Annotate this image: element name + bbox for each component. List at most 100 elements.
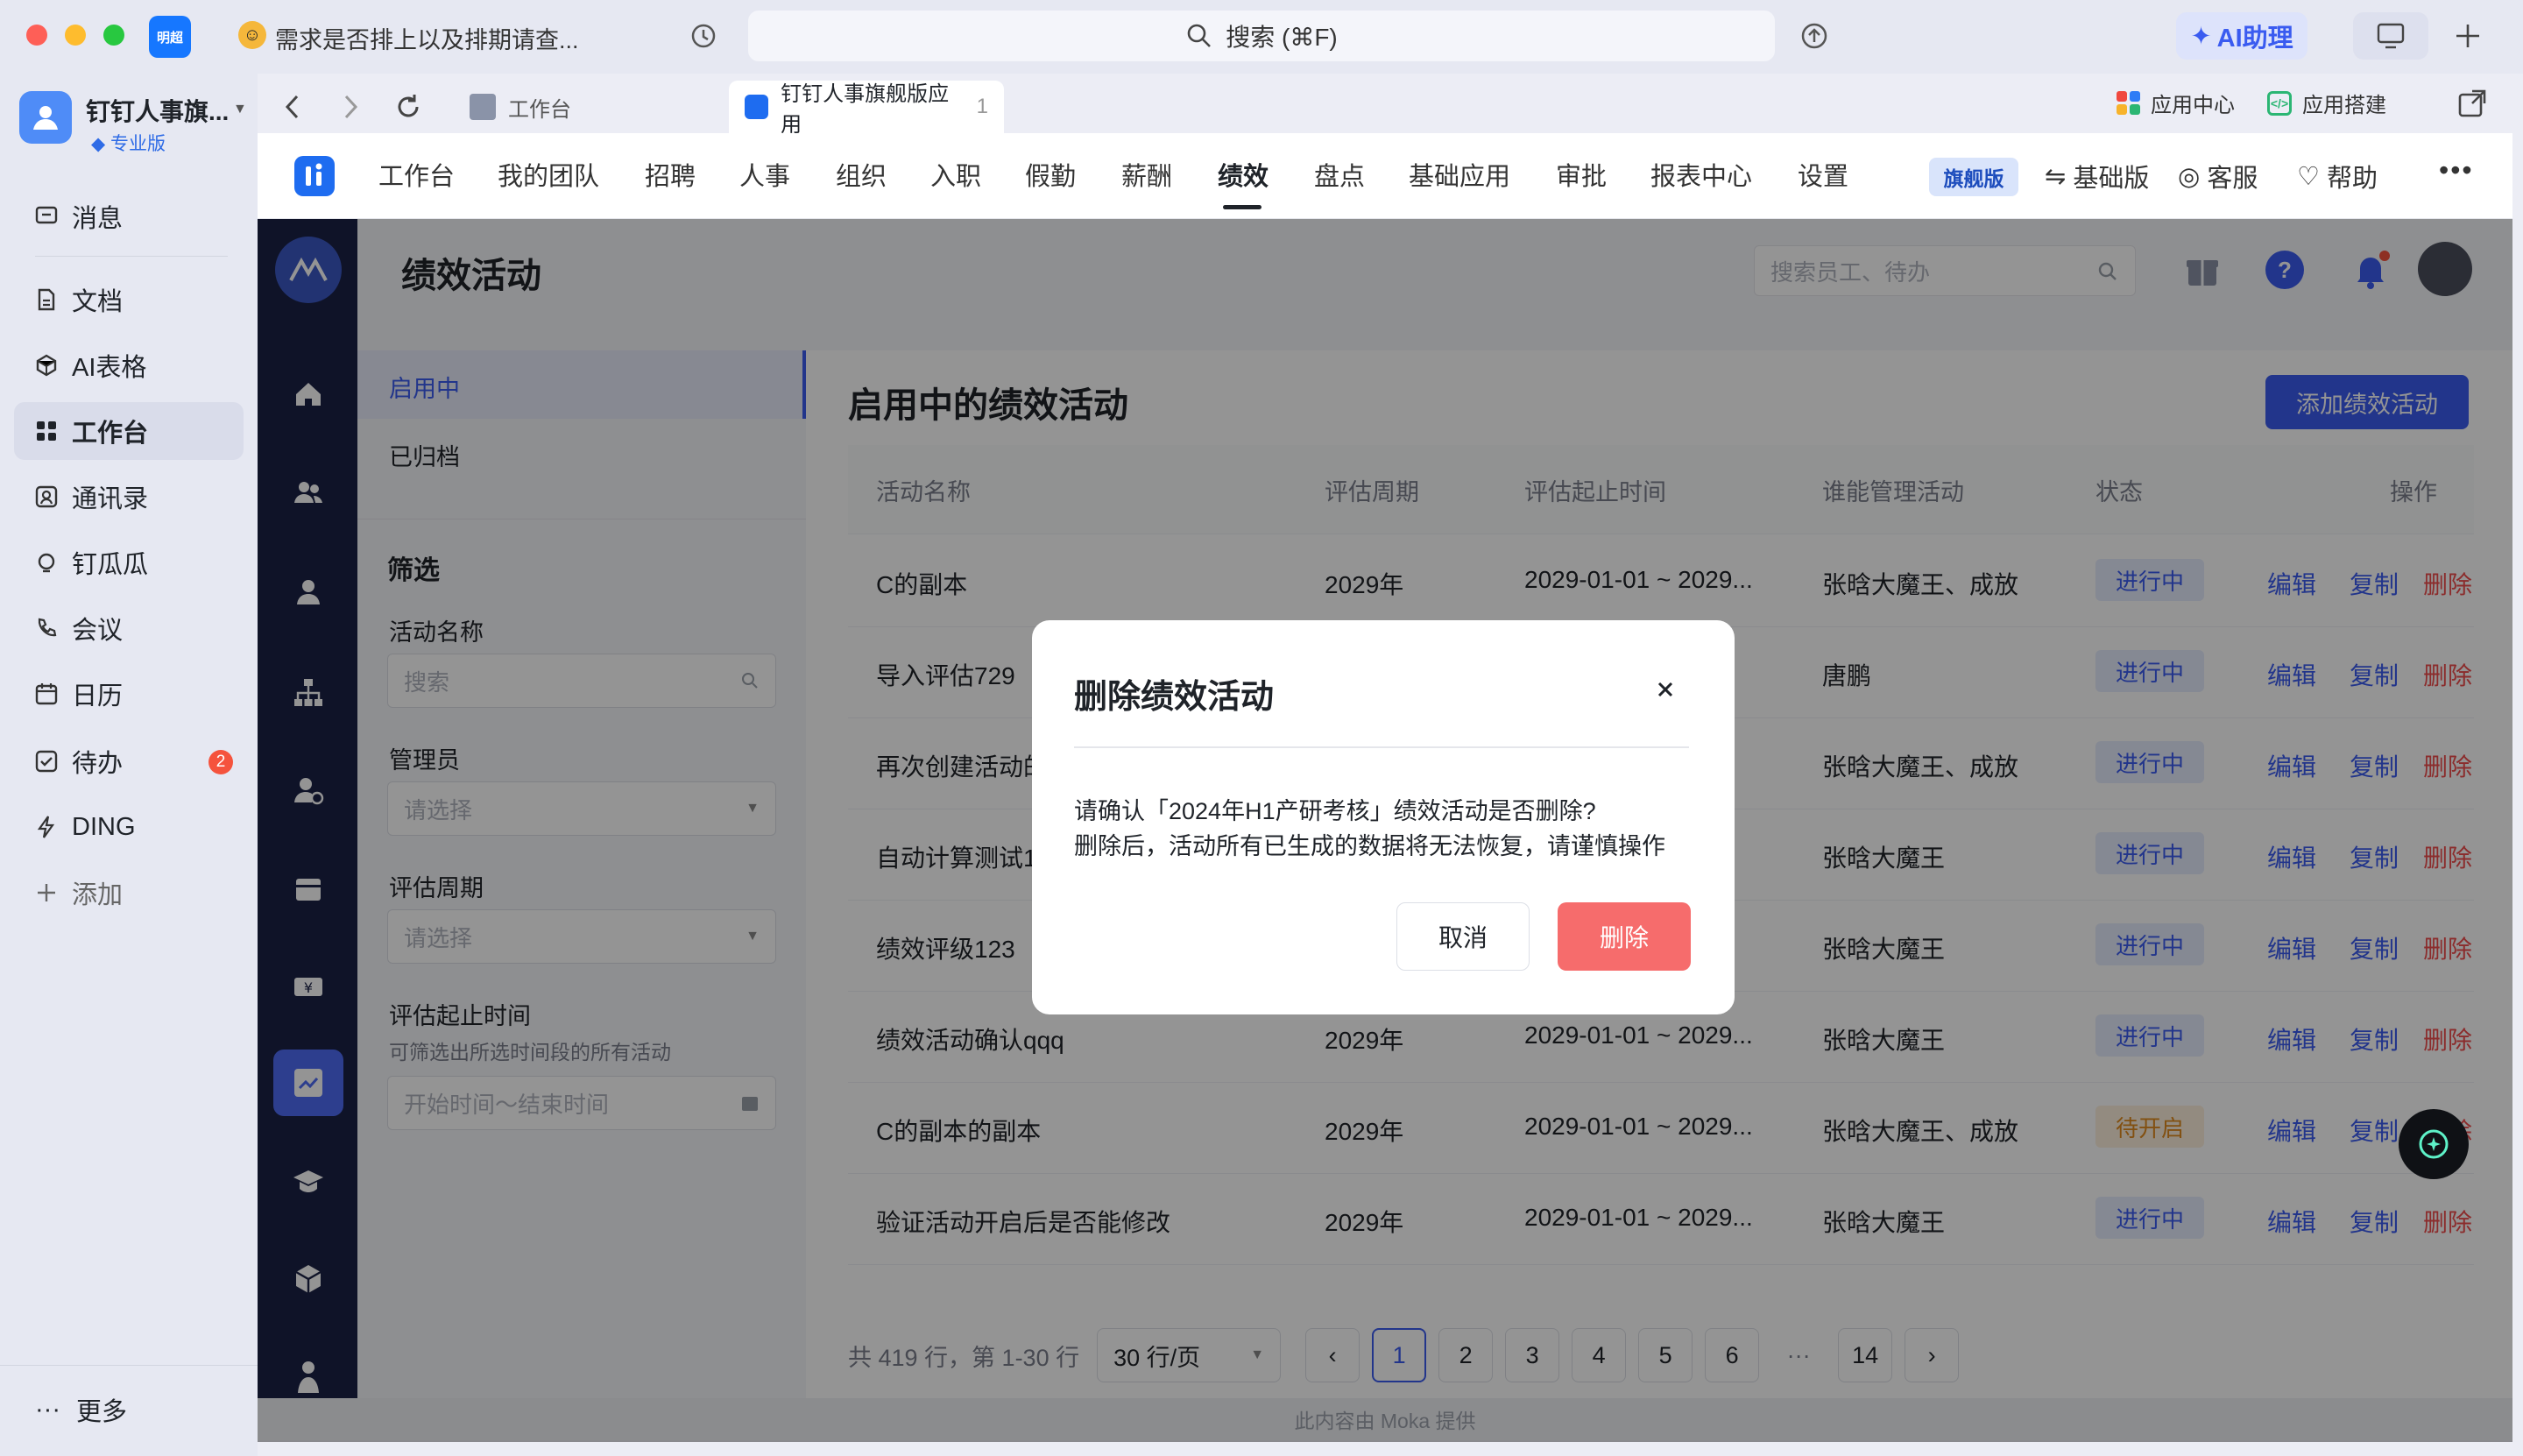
close-icon[interactable]: [1645, 669, 1686, 710]
calendar-icon: [33, 681, 60, 707]
screen-share-button[interactable]: [2353, 12, 2428, 60]
app-center-label: 应用中心: [2151, 94, 2235, 117]
upload-icon[interactable]: [1799, 21, 1829, 51]
check-icon: [33, 748, 60, 774]
menu-attendance[interactable]: 假勤: [1025, 156, 1076, 193]
basic-edition-label: 基础版: [2073, 165, 2150, 193]
phone-icon: [33, 615, 60, 641]
sidebar-item-label: 通讯录: [72, 485, 149, 513]
sidebar-item-workbench[interactable]: 工作台: [14, 402, 244, 460]
sparkle-icon: ✦: [2190, 22, 2212, 51]
more-dots-icon: ···: [35, 1395, 60, 1424]
back-icon[interactable]: [282, 91, 303, 123]
org-chart-icon: [470, 94, 496, 120]
window-zoom-button[interactable]: [103, 25, 124, 46]
app-center-link[interactable]: 应用中心: [2117, 88, 2235, 118]
menu-inventory[interactable]: 盘点: [1314, 156, 1365, 193]
sparkle-icon: [2419, 1129, 2449, 1159]
menu-settings[interactable]: 设置: [1798, 156, 1848, 193]
emoji-icon: ☺: [238, 21, 266, 49]
ai-assistant-button[interactable]: ✦ AI助理: [2176, 12, 2307, 60]
ai-table-icon: [33, 352, 60, 378]
service-label: 客服: [2207, 165, 2258, 193]
code-icon: </>: [2267, 90, 2292, 116]
menu-reports[interactable]: 报表中心: [1650, 156, 1752, 193]
edition-badge: 旗舰版: [1929, 158, 2018, 196]
tab-count: 1: [976, 95, 988, 118]
menu-performance[interactable]: 绩效: [1218, 156, 1269, 193]
menu-org[interactable]: 组织: [836, 156, 887, 193]
grid-icon: [33, 418, 60, 444]
sidebar-item-label: 钉瓜瓜: [72, 551, 149, 579]
sidebar-item-ai-table[interactable]: AI表格: [14, 336, 244, 394]
delete-confirm-dialog: 删除绩效活动 请确认「2024年H1产研考核」绩效活动是否删除? 删除后，活动所…: [1032, 620, 1735, 1014]
search-label: 搜索 (⌘F): [1226, 24, 1338, 51]
switch-icon: ⇋: [2045, 162, 2067, 191]
org-logo[interactable]: [19, 91, 72, 144]
app-build-link[interactable]: </> 应用搭建: [2267, 88, 2386, 118]
org-plan-tag: ◆ 专业版: [91, 130, 166, 156]
monitor-icon: [2377, 23, 2405, 49]
menu-workbench[interactable]: 工作台: [378, 156, 455, 193]
user-badge[interactable]: 明超: [149, 16, 191, 58]
confirm-delete-button[interactable]: 删除: [1558, 902, 1691, 971]
sidebar-item-docs[interactable]: 文档: [14, 271, 244, 329]
org-dropdown-icon[interactable]: ▼: [233, 102, 247, 117]
dialog-title: 删除绩效活动: [1074, 679, 1275, 716]
org-name[interactable]: 钉钉人事旗...: [86, 93, 229, 128]
doc-icon: [33, 286, 60, 313]
current-doc-title[interactable]: 需求是否排上以及排期请查...: [275, 21, 590, 55]
help-link[interactable]: ♡ 帮助: [2297, 158, 2378, 194]
ai-assistant-fab[interactable]: [2399, 1109, 2469, 1179]
sidebar-item-calendar[interactable]: 日历: [14, 665, 244, 723]
sidebar-item-contacts[interactable]: 通讯录: [14, 468, 244, 526]
dialog-message-line2: 删除后，活动所有已生成的数据将无法恢复，请谨慎操作: [1074, 833, 1665, 859]
menu-onboarding[interactable]: 入职: [930, 156, 981, 193]
menu-my-team[interactable]: 我的团队: [498, 156, 599, 193]
customer-service[interactable]: ◎ 客服: [2178, 158, 2258, 194]
dialog-message-line1: 请确认「2024年H1产研考核」绩效活动是否删除?: [1074, 798, 1596, 824]
tab-label: 钉钉人事旗舰版应用: [781, 82, 950, 137]
app-center-icon: [2117, 91, 2140, 115]
sidebar-more-label: 更多: [75, 1398, 127, 1426]
switch-basic-edition[interactable]: ⇋ 基础版: [2045, 158, 2149, 194]
ai-assistant-label: AI助理: [2216, 25, 2293, 53]
app-logo-icon: [745, 95, 769, 119]
refresh-icon[interactable]: [392, 91, 424, 123]
forward-icon[interactable]: [340, 91, 361, 123]
sidebar-item-label: 会议: [72, 617, 124, 645]
sidebar-item-ding[interactable]: DING: [14, 798, 244, 856]
app-logo-icon[interactable]: [294, 156, 335, 196]
menu-payroll[interactable]: 薪酬: [1121, 156, 1172, 193]
menu-hr[interactable]: 人事: [739, 156, 790, 193]
menu-recruit[interactable]: 招聘: [645, 156, 696, 193]
sidebar-item-label: 日历: [72, 682, 124, 710]
contacts-icon: [33, 484, 60, 510]
sidebar-item-label: 文档: [72, 288, 124, 316]
sidebar-item-add[interactable]: 添加: [14, 864, 244, 922]
open-external-icon[interactable]: [2456, 88, 2488, 119]
more-menu-icon[interactable]: •••: [2439, 154, 2474, 187]
sidebar-item-label: AI表格: [72, 354, 147, 382]
sidebar-item-messages[interactable]: 消息: [14, 187, 244, 245]
sidebar-item-label: 工作台: [72, 420, 149, 448]
sidebar-item-label: DING: [72, 812, 136, 841]
menu-approval[interactable]: 审批: [1556, 156, 1607, 193]
sidebar-item-dingguagua[interactable]: 钉瓜瓜: [14, 534, 244, 591]
tab-workbench[interactable]: 工作台: [454, 81, 587, 133]
sidebar-item-meeting[interactable]: 会议: [14, 599, 244, 657]
window-close-button[interactable]: [26, 25, 47, 46]
sidebar-more[interactable]: ··· 更多: [35, 1391, 127, 1428]
diamond-icon: ◆: [91, 134, 106, 154]
cancel-button[interactable]: 取消: [1396, 902, 1530, 971]
app-build-label: 应用搭建: [2302, 94, 2386, 117]
window-minimize-button[interactable]: [65, 25, 86, 46]
new-tab-icon[interactable]: [2453, 21, 2483, 51]
sidebar-item-label: 添加: [72, 881, 124, 909]
org-plan-label: 专业版: [110, 134, 166, 154]
history-icon[interactable]: [689, 21, 718, 51]
sidebar-bottom-divider: [0, 1365, 258, 1366]
global-search[interactable]: 搜索 (⌘F): [748, 11, 1775, 61]
menu-basic-apps[interactable]: 基础应用: [1409, 156, 1510, 193]
tab-hr-app[interactable]: 钉钉人事旗舰版应用 1: [729, 81, 1004, 137]
